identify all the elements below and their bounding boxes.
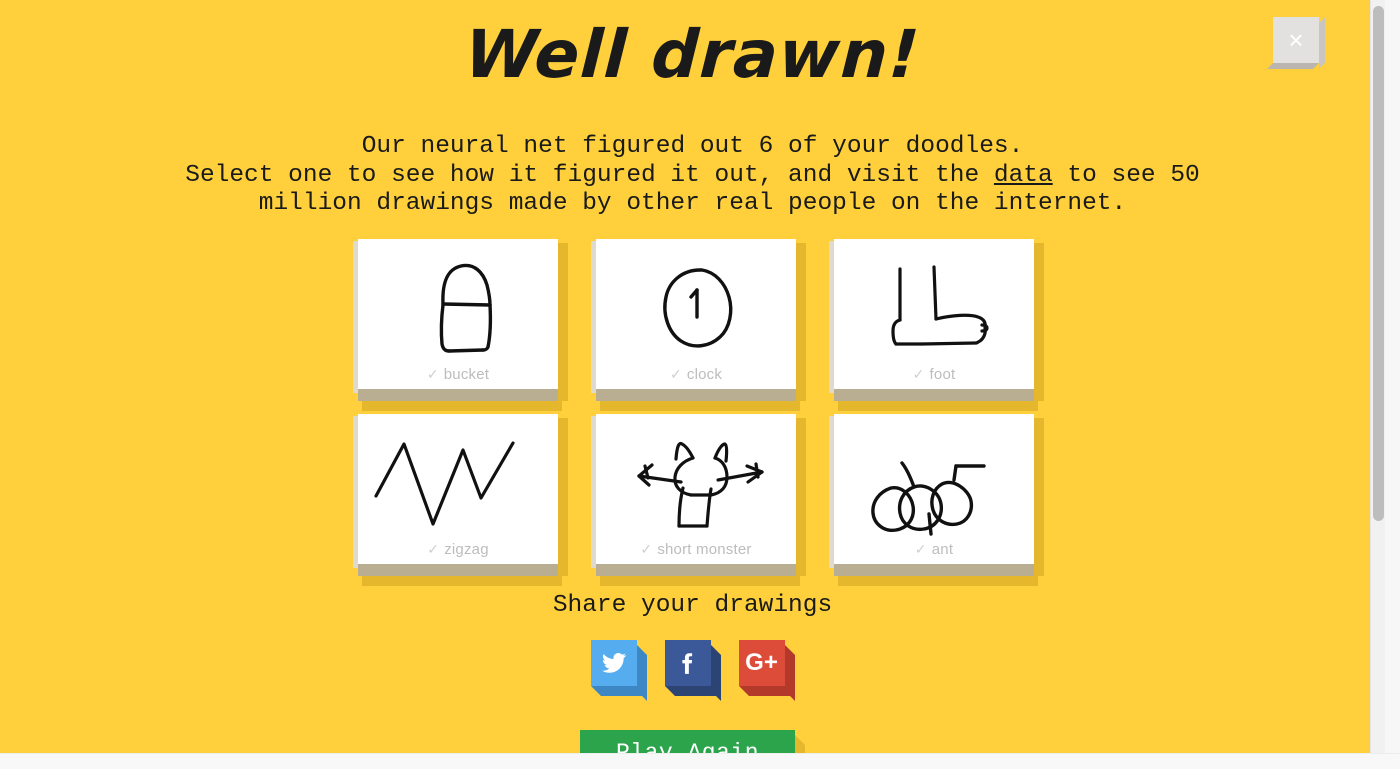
card-label-text: foot <box>929 366 956 383</box>
play-again-label: Play Again <box>615 740 760 753</box>
card-side-right <box>1034 243 1044 401</box>
check-icon: ✓ <box>669 366 682 382</box>
card-side-bottom <box>358 389 558 401</box>
card-side-right <box>1034 418 1044 576</box>
facebook-icon <box>681 653 692 674</box>
doodle-card-zigzag[interactable]: ✓ zigzag <box>353 414 568 586</box>
card-side-right <box>558 243 568 401</box>
card-shadow <box>600 401 800 411</box>
share-buttons: G+ <box>0 640 1385 701</box>
cube-bottom <box>738 686 795 696</box>
play-again-button[interactable]: Play Again <box>580 730 805 753</box>
googleplus-icon: G+ <box>745 649 778 676</box>
intro-line-1: Our neural net figured out 6 of your doo… <box>361 133 1024 160</box>
doodle-card-ant[interactable]: ✓ ant <box>829 414 1044 586</box>
check-icon: ✓ <box>426 366 439 382</box>
card-shadow <box>838 576 1038 586</box>
check-icon: ✓ <box>912 366 925 382</box>
card-shadow <box>362 401 562 411</box>
share-section-title: Share your drawings <box>552 592 833 619</box>
card-side-bottom <box>596 389 796 401</box>
card-side-bottom <box>596 564 796 576</box>
intro-line-2-before: Select one to see how it figured it out,… <box>185 161 994 189</box>
doodle-card-clock[interactable]: ✓ clock <box>591 239 806 411</box>
scrollbar-thumb[interactable] <box>1373 6 1384 521</box>
intro-paragraph: Our neural net figured out 6 of your doo… <box>0 133 1385 219</box>
game-results-page: × Well drawn! Our neural net figured out… <box>0 0 1385 753</box>
button-face: Play Again <box>580 730 795 753</box>
card-label: ✓ zigzag <box>358 541 558 558</box>
page-bottom-strip <box>0 753 1400 769</box>
card-label: ✓ short monster <box>596 541 796 558</box>
share-facebook-button[interactable] <box>664 640 721 701</box>
card-label-text: ant <box>931 541 954 558</box>
share-twitter-button[interactable] <box>590 640 647 701</box>
doodle-card-short-monster[interactable]: ✓ short monster <box>591 414 806 586</box>
card-label: ✓ foot <box>834 366 1034 383</box>
doodle-card-bucket[interactable]: ✓ bucket <box>353 239 568 411</box>
card-label-text: short monster <box>657 541 752 558</box>
cube-face: G+ <box>738 640 785 686</box>
card-label-text: clock <box>686 366 723 383</box>
card-shadow <box>600 576 800 586</box>
cube-face <box>664 640 711 686</box>
intro-line-3: million drawings made by other real peop… <box>258 190 1127 217</box>
card-side-right <box>796 418 806 576</box>
card-side-bottom <box>358 564 558 576</box>
share-googleplus-button[interactable]: G+ <box>738 640 795 701</box>
data-link[interactable]: data <box>994 162 1053 189</box>
intro-line-2-after: to see 50 <box>1052 161 1200 189</box>
cube-bottom <box>590 686 647 696</box>
card-side-right <box>796 243 806 401</box>
check-icon: ✓ <box>914 541 927 557</box>
app-viewport: × Well drawn! Our neural net figured out… <box>0 0 1400 769</box>
card-label-text: zigzag <box>444 541 489 558</box>
button-side <box>795 735 805 753</box>
check-icon: ✓ <box>640 541 653 557</box>
twitter-icon <box>601 653 626 673</box>
card-shadow <box>838 401 1038 411</box>
check-icon: ✓ <box>427 541 440 557</box>
page-title: Well drawn! <box>463 16 923 93</box>
card-shadow <box>362 576 562 586</box>
card-side-bottom <box>834 564 1034 576</box>
vertical-scrollbar[interactable] <box>1370 0 1385 753</box>
cube-face <box>590 640 637 686</box>
card-side-bottom <box>834 389 1034 401</box>
cube-bottom <box>664 686 721 696</box>
card-label-text: bucket <box>443 366 490 383</box>
card-side-right <box>558 418 568 576</box>
card-label: ✓ ant <box>834 541 1034 558</box>
card-label: ✓ bucket <box>358 366 558 383</box>
doodle-grid: ✓ bucket ✓ clock ✓ foot ✓ zigzag ✓ short… <box>353 239 1044 589</box>
doodle-card-foot[interactable]: ✓ foot <box>829 239 1044 411</box>
card-label: ✓ clock <box>596 366 796 383</box>
